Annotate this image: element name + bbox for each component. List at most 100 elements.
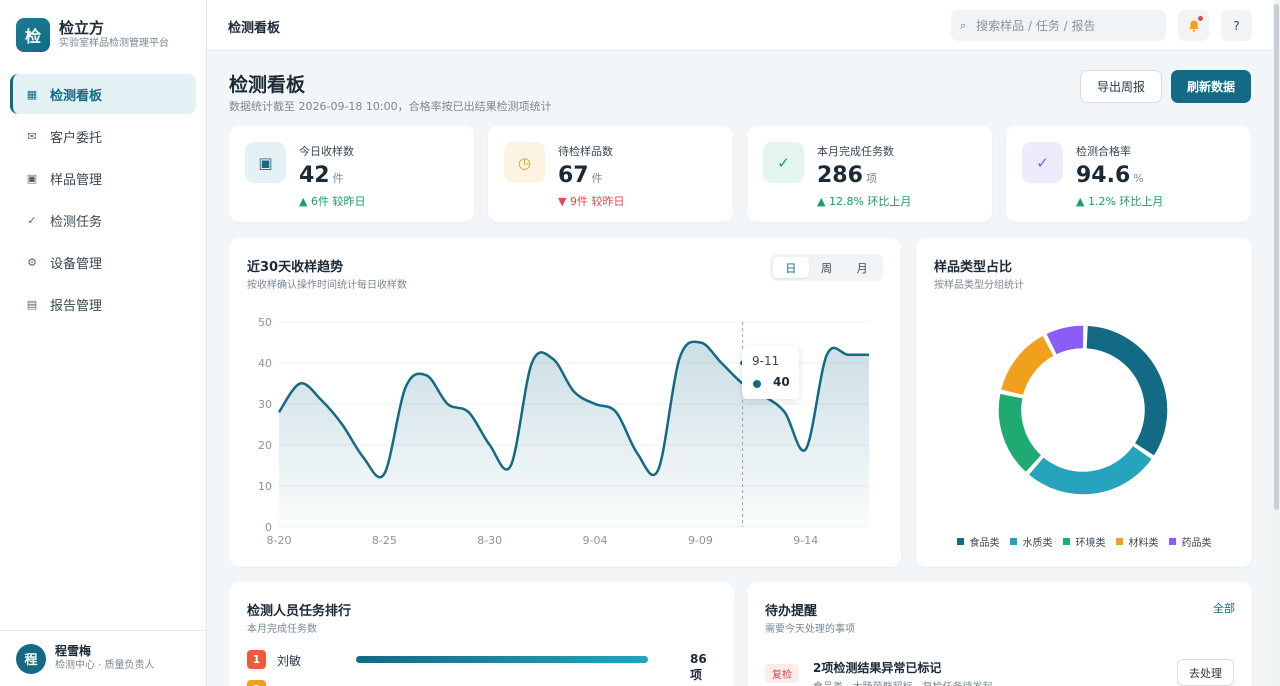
donut-slice[interactable]	[997, 392, 1043, 474]
sidebar-item-label: 检测看板	[50, 88, 103, 104]
rank-bar-fill	[356, 656, 648, 663]
avatar: 程	[16, 643, 46, 674]
report-icon: ▤	[26, 297, 38, 311]
sidebar-item-label: 报告管理	[50, 298, 103, 314]
rank-badge: 1	[247, 650, 266, 669]
brand[interactable]: 检 检立方 实验室样品检测管理平台	[16, 18, 169, 52]
sidebar-item-2[interactable]: ▣ 样品管理	[10, 158, 196, 198]
y-tick-label: 10	[258, 480, 272, 493]
rank-name: 刘敏	[277, 654, 302, 668]
legend-item[interactable]: 材料类	[1115, 534, 1159, 549]
check-icon: ✓	[763, 142, 804, 183]
sidebar-item-3[interactable]: ✓ 检测任务	[10, 200, 196, 240]
rank-count: 86项	[690, 652, 707, 682]
user-profile[interactable]: 程 程雪梅 检测中心 · 质量负责人	[0, 630, 206, 686]
todo-all-link[interactable]: 全部	[1213, 600, 1235, 616]
stat-unit: %	[1133, 172, 1144, 185]
search-input[interactable]: ⌕ 搜索样品 / 任务 / 报告	[951, 10, 1166, 41]
legend-item[interactable]: 环境类	[1062, 534, 1106, 549]
stat-value-row: 42 件	[299, 163, 344, 188]
todo-action-button[interactable]: 去处理	[1177, 659, 1234, 686]
sidebar-item-5[interactable]: ▤ 报告管理	[10, 284, 196, 324]
donut-chart	[997, 324, 1169, 496]
donut-slice[interactable]	[1085, 324, 1169, 458]
brand-name: 检立方	[59, 19, 105, 37]
stat-label: 本月完成任务数	[817, 145, 894, 158]
stat-card: ▣ 今日收样数 42 件 ▲ 6件 较昨日	[229, 126, 474, 222]
legend-label: 食品类	[969, 538, 1000, 549]
sidebar-item-1[interactable]: ✉ 客户委托	[10, 116, 196, 156]
rank-bar-track	[356, 656, 648, 663]
y-tick-label: 30	[258, 398, 272, 411]
trend-chart-card: 近30天收样趋势 按收样确认操作时间统计每日收样数 日周月 0 10 20 30 40 5…	[229, 238, 901, 567]
grid-icon: ▦	[26, 87, 38, 101]
scrollbar[interactable]	[1273, 0, 1280, 686]
donut-legend: 食品类 水质类 环境类 材料类 药品类	[916, 534, 1252, 549]
x-tick-label: 8-25	[372, 534, 397, 547]
y-tick-label: 50	[258, 316, 272, 329]
sidebar-item-label: 样品管理	[50, 172, 103, 188]
search-icon: ⌕	[960, 18, 967, 32]
stat-label: 今日收样数	[299, 145, 354, 158]
stat-value-row: 286 项	[817, 163, 877, 188]
sidebar-item-4[interactable]: ⚙ 设备管理	[10, 242, 196, 282]
check-icon: ✓	[27, 213, 37, 227]
sidebar-item-label: 客户委托	[50, 130, 103, 146]
legend-item[interactable]: 药品类	[1168, 534, 1212, 549]
x-tick-label: 9-14	[793, 534, 818, 547]
todo-item-title: 2项检测结果异常已标记	[813, 661, 942, 675]
stat-trend: ▲ 6件 较昨日	[299, 195, 366, 208]
ranking-title: 检测人员任务排行	[247, 604, 352, 619]
help-icon: ?	[1233, 18, 1240, 33]
stat-label: 待检样品数	[558, 145, 613, 158]
verified-icon: ✓	[1022, 142, 1063, 183]
legend-item[interactable]: 食品类	[956, 534, 1000, 549]
stat-unit: 件	[591, 172, 603, 185]
sidebar-item-label: 检测任务	[50, 214, 103, 230]
y-tick-label: 40	[258, 357, 272, 370]
topbar: 检测看板 ⌕ 搜索样品 / 任务 / 报告 ?	[207, 0, 1273, 51]
stat-unit: 项	[865, 172, 877, 185]
todo-item[interactable]: 复检 2项检测结果异常已标记 食品类 · 大肠菌群超标，复检任务待发起 去处理	[765, 657, 1235, 686]
donut-slice[interactable]	[999, 334, 1056, 397]
sample-type-card: 样品类型占比 按样品类型分组统计 食品类 水质类 环境类 材料类 药品类	[916, 238, 1252, 567]
notification-button[interactable]	[1178, 10, 1209, 41]
legend-swatch	[1115, 538, 1123, 545]
sidebar-item-0[interactable]: ▦ 检测看板	[10, 74, 196, 114]
stat-value: 286	[817, 163, 863, 188]
tooltip-date: 9-11	[752, 354, 780, 368]
trend-chart: 0 10 20 30 40 50 8-20 8-25 8-30 9-04 9-09 9-14	[258, 316, 870, 547]
stat-card: ✓ 检测合格率 94.6% ▲ 1.2% 环比上月	[1006, 126, 1251, 222]
todo-item-desc: 食品类 · 大肠菌群超标，复检任务待发起	[813, 678, 993, 686]
search-placeholder: 搜索样品 / 任务 / 报告	[976, 19, 1096, 33]
ranking-row[interactable]: 2	[247, 680, 717, 686]
rank-badge: 2	[247, 680, 266, 686]
stat-value-row: 67 件	[558, 163, 603, 188]
donut-slice[interactable]	[1027, 444, 1154, 496]
page-title: 检测看板	[229, 74, 306, 96]
gear-icon: ⚙	[27, 255, 37, 269]
todo-title: 待办提醒	[765, 604, 818, 619]
stat-value-row: 94.6%	[1076, 163, 1144, 188]
stat-label: 检测合格率	[1076, 145, 1131, 158]
x-tick-label: 8-20	[267, 534, 292, 547]
legend-swatch	[956, 538, 964, 545]
sidebar-nav: ▦ 检测看板 ✉ 客户委托 ▣ 样品管理 ✓ 检测任务 ⚙ 设备管理 ▤ 报告管理	[10, 74, 196, 326]
export-weekly-button[interactable]: 导出周报	[1080, 70, 1162, 103]
help-button[interactable]: ?	[1221, 10, 1252, 41]
refresh-data-button[interactable]: 刷新数据	[1171, 70, 1251, 103]
y-tick-label: 20	[258, 439, 272, 452]
user-role: 检测中心 · 质量负责人	[55, 660, 155, 671]
legend-label: 环境类	[1075, 538, 1106, 549]
ranking-row[interactable]: 1 刘敏 86项	[247, 650, 717, 682]
legend-item[interactable]: 水质类	[1009, 534, 1053, 549]
scrollbar-thumb[interactable]	[1274, 4, 1279, 510]
stat-value: 42	[299, 163, 330, 188]
topbar-title: 检测看板	[228, 21, 281, 36]
x-tick-label: 8-30	[477, 534, 502, 547]
sidebar-item-label: 设备管理	[50, 256, 103, 272]
stat-unit: 件	[332, 172, 344, 185]
stat-value: 94.6	[1076, 163, 1131, 188]
tooltip-series-dot	[753, 380, 761, 388]
x-tick-label: 9-09	[688, 534, 713, 547]
